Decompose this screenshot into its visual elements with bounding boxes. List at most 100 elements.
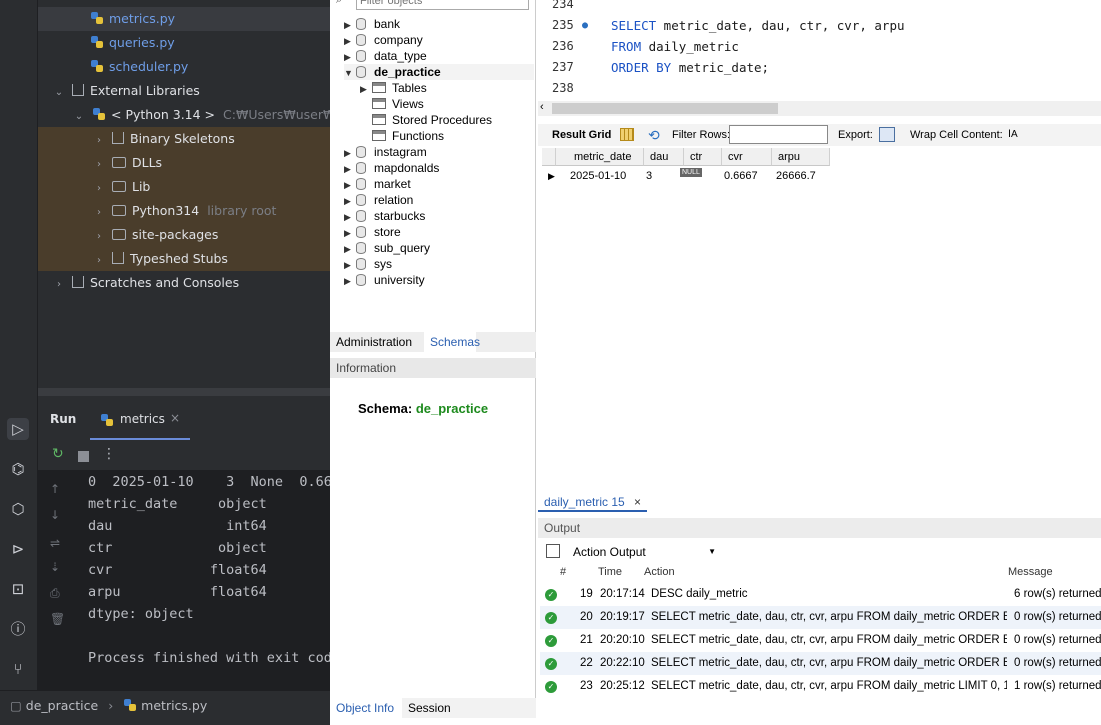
rerun-icon[interactable]: ↻ <box>52 446 64 462</box>
tab-metrics[interactable]: metrics × <box>90 400 190 440</box>
tree-item[interactable]: › Typeshed Stubs <box>38 247 330 271</box>
copy-icon[interactable] <box>546 544 560 558</box>
console-output[interactable]: ↑ ↓ ⇌ ⇣ ⎙ 🗑 0 2025-01-10 3 None 0.66 metr… <box>38 470 332 690</box>
collapsed-triangle-icon[interactable]: ▶ <box>344 257 356 273</box>
tree-item[interactable]: › DLLs <box>38 151 330 175</box>
chevron-right-icon[interactable]: › <box>52 273 66 295</box>
run-tool-icon[interactable]: ▷ <box>7 418 29 440</box>
collapsed-triangle-icon[interactable]: ▶ <box>344 193 356 209</box>
tree-item[interactable]: › Scratches and Consoles <box>38 271 330 295</box>
schema-item[interactable]: ▶ market <box>344 176 411 192</box>
close-icon[interactable]: × <box>170 411 180 425</box>
collapsed-triangle-icon[interactable]: ▶ <box>344 161 356 177</box>
chevron-right-icon[interactable]: › <box>92 249 106 271</box>
grid-cell[interactable]: NULL <box>680 168 702 177</box>
collapsed-triangle-icon[interactable]: ▶ <box>344 225 356 241</box>
result-grid-label[interactable]: Result Grid <box>552 124 611 146</box>
output-column-header[interactable]: # <box>560 566 566 578</box>
tab-daily-metric[interactable]: daily_metric 15 × <box>538 492 648 512</box>
output-row[interactable]: ✓ 20 20:19:17 SELECT metric_date, dau, ctr,… <box>540 606 1101 629</box>
export-icon[interactable] <box>879 127 895 142</box>
schema-item[interactable]: ▶ sub_query <box>344 240 430 256</box>
schema-item[interactable]: ▶ university <box>344 272 425 288</box>
editor-hscrollbar[interactable]: ‹ <box>538 101 1101 116</box>
tree-item[interactable]: › Python314 library root <box>38 199 330 223</box>
breadcrumb-file[interactable]: metrics.py <box>141 698 207 713</box>
grid-header[interactable]: ctr <box>684 148 722 166</box>
trash-icon[interactable]: 🗑 <box>50 612 65 626</box>
chevron-down-icon[interactable]: ⌄ <box>52 81 66 103</box>
grid-cell[interactable]: 26666.7 <box>772 168 816 185</box>
schema-item[interactable]: ▶ instagram <box>344 144 427 160</box>
chevron-right-icon[interactable]: › <box>92 129 106 151</box>
collapsed-triangle-icon[interactable]: ▶ <box>360 81 372 97</box>
grid-cell[interactable]: 3 <box>642 168 652 185</box>
stop-icon[interactable] <box>78 451 89 462</box>
breadcrumb-project[interactable]: de_practice <box>26 698 98 713</box>
collapsed-triangle-icon[interactable]: ▶ <box>344 273 356 289</box>
collapsed-triangle-icon[interactable]: ▶ <box>344 241 356 257</box>
grid-cell[interactable]: 2025-01-10 <box>566 168 626 185</box>
schema-item[interactable]: ▶ company <box>344 32 423 48</box>
tree-item[interactable]: metrics.py <box>38 7 330 31</box>
close-icon[interactable]: × <box>634 495 641 509</box>
packages-icon[interactable]: ⬡ <box>7 498 29 520</box>
schema-item[interactable]: ▶ sys <box>344 256 392 272</box>
services-icon[interactable]: ⊳ <box>7 538 29 560</box>
tree-item[interactable]: queries.py <box>38 31 330 55</box>
refresh-icon[interactable]: ⟲ <box>648 124 660 146</box>
collapsed-triangle-icon[interactable]: ▶ <box>344 49 356 65</box>
grid-header[interactable]: arpu <box>772 148 830 166</box>
tab-schemas[interactable]: Schemas <box>424 332 480 352</box>
scroll-down-icon[interactable]: ↓ <box>50 508 60 522</box>
panel-splitter[interactable] <box>38 388 330 396</box>
python-console-icon[interactable]: ⌬ <box>7 458 29 480</box>
tree-item[interactable]: › Binary Skeletons <box>38 127 330 151</box>
git-icon[interactable]: ⑂ <box>7 658 29 680</box>
collapsed-triangle-icon[interactable]: ▶ <box>344 33 356 49</box>
filter-objects-input[interactable] <box>356 0 529 10</box>
grid-header[interactable]: cvr <box>722 148 772 166</box>
problems-icon[interactable]: ⓘ <box>7 618 29 640</box>
tab-administration[interactable]: Administration <box>336 335 412 349</box>
schema-item[interactable]: ▶ data_type <box>344 48 427 64</box>
chevron-right-icon[interactable]: › <box>92 177 106 199</box>
soft-wrap-icon[interactable]: ⇌ <box>50 536 60 550</box>
filter-rows-input[interactable] <box>729 125 828 144</box>
print-icon[interactable]: ⎙ <box>50 586 60 601</box>
chevron-down-icon[interactable]: ⌄ <box>72 105 86 127</box>
schema-child-item[interactable]: ▶ Tables <box>360 80 427 96</box>
schema-item[interactable]: ▶ mapdonalds <box>344 160 439 176</box>
collapsed-triangle-icon[interactable]: ▶ <box>344 177 356 193</box>
tab-object-info[interactable]: Object Info <box>330 698 402 718</box>
collapsed-triangle-icon[interactable]: ▶ <box>344 209 356 225</box>
tree-item[interactable]: › Lib <box>38 175 330 199</box>
terminal-icon[interactable]: ⊡ <box>7 578 29 600</box>
scroll-left-icon[interactable]: ‹ <box>540 101 544 113</box>
output-row[interactable]: ✓ 22 20:22:10 SELECT metric_date, dau, ctr,… <box>540 652 1101 675</box>
output-column-header[interactable]: Message <box>1008 566 1053 578</box>
more-icon[interactable]: ⋮ <box>102 446 116 462</box>
grid-cell[interactable]: 0.6667 <box>720 168 758 185</box>
schema-child-item[interactable]: Views <box>372 96 424 112</box>
tab-session[interactable]: Session <box>408 701 451 715</box>
tree-item[interactable]: › site-packages <box>38 223 330 247</box>
schema-item[interactable]: ▶ starbucks <box>344 208 425 224</box>
chevron-right-icon[interactable]: › <box>92 225 106 247</box>
collapsed-triangle-icon[interactable]: ▶ <box>344 17 356 33</box>
schema-item[interactable]: ▶ relation <box>344 192 413 208</box>
expanded-triangle-icon[interactable]: ▼ <box>344 65 356 81</box>
output-row[interactable]: ✓ 21 20:20:10 SELECT metric_date, dau, ctr,… <box>540 629 1101 652</box>
scroll-end-icon[interactable]: ⇣ <box>50 560 60 574</box>
schema-item[interactable]: ▼ de_practice <box>344 64 534 80</box>
scroll-thumb[interactable] <box>552 103 778 114</box>
schema-item[interactable]: ▶ bank <box>344 16 400 32</box>
output-row[interactable]: ✓ 23 20:25:12 SELECT metric_date, dau, ctr,… <box>540 675 1101 698</box>
collapsed-triangle-icon[interactable]: ▶ <box>344 145 356 161</box>
output-row[interactable]: ✓ 19 20:17:14 DESC daily_metric 6 row(s) ret… <box>540 583 1101 606</box>
wrap-icon[interactable]: ⅠA <box>1008 124 1018 146</box>
grid-header[interactable]: metric_date <box>556 148 644 166</box>
output-type-select[interactable]: Action Output ▼ <box>570 543 718 561</box>
output-column-header[interactable]: Action <box>644 566 675 578</box>
grid-view-icon[interactable] <box>620 128 634 141</box>
